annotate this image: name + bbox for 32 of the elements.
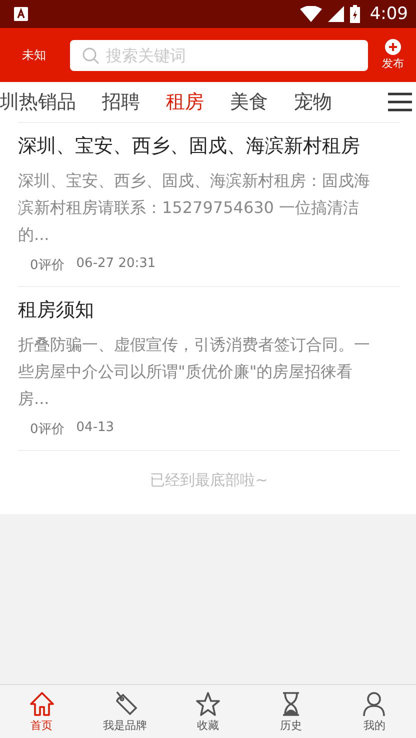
post-summary: 折叠防骗一、虚假宣传，引诱消费者签订合同。一些房屋中介公司以所谓"质优价廉"的房屋招徕看房... [18, 334, 371, 410]
nav-item[interactable]: 历史 [250, 685, 333, 738]
signal-icon [328, 6, 344, 22]
end-note: 已经到最底部啦~ [18, 450, 400, 514]
status-time: 4:09 [370, 4, 408, 24]
post-date: 06-27 20:31 [76, 256, 156, 273]
nav-item[interactable]: 收藏 [166, 685, 250, 738]
home-icon [28, 690, 55, 716]
battery-icon [350, 5, 360, 23]
post-summary: 深圳、宝安、西乡、固戍、海滨新村租房：固戍海滨新村租房请联系：15279754630 一位搞清洁的... [18, 170, 371, 246]
category-tab[interactable]: 宠物 [294, 89, 332, 115]
category-tab[interactable]: 圳热销品 [0, 89, 76, 115]
publish-button[interactable]: 发布 [382, 39, 404, 71]
person-icon [361, 690, 388, 716]
nav-item[interactable]: 我的 [332, 685, 416, 738]
star-icon [195, 690, 221, 716]
app-icon [14, 7, 28, 21]
review-count: 0评价 [30, 257, 64, 274]
search-icon [82, 46, 100, 64]
category-tab[interactable]: 美食 [230, 89, 268, 115]
wifi-icon [300, 6, 322, 22]
location-label[interactable]: 未知 [22, 46, 70, 64]
nav-item[interactable]: 我是品牌 [83, 685, 166, 738]
category-tab[interactable]: 招聘 [102, 89, 140, 115]
post-title[interactable]: 租房须知 [18, 297, 400, 323]
plus-icon [385, 39, 401, 55]
menu-icon[interactable] [388, 92, 412, 112]
review-count: 0评价 [30, 421, 64, 438]
category-tab[interactable]: 租房 [166, 89, 204, 115]
post-date: 04-13 [76, 420, 114, 437]
post-title[interactable]: 深圳、宝安、西乡、固戍、海滨新村租房 [18, 133, 400, 159]
nav-item[interactable]: 首页 [0, 685, 84, 738]
